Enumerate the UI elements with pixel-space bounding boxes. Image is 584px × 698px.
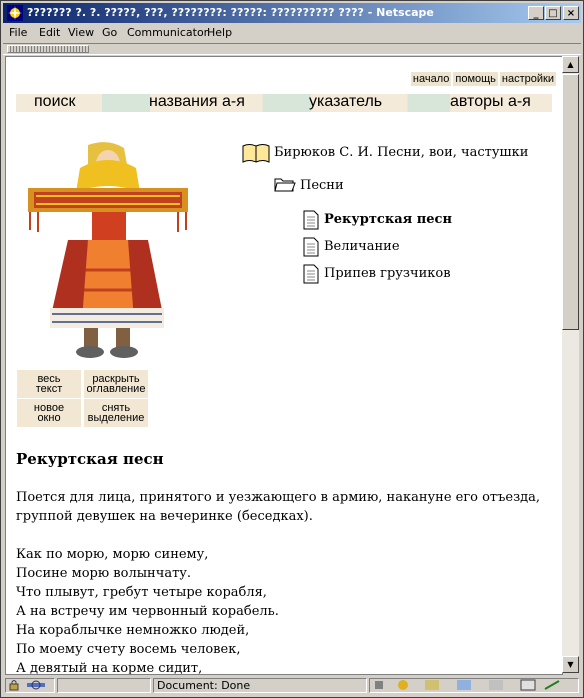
book-icon (242, 144, 270, 163)
expand-toc-button[interactable]: раскрыть оглавление (84, 370, 148, 398)
tree-folder-link[interactable]: Песни (300, 178, 344, 193)
article-title: Рекуртская песн (16, 450, 164, 468)
navigator-icon (398, 680, 408, 690)
link-settings[interactable]: настройки (499, 72, 556, 86)
clear-selection-button[interactable]: снять выделение (84, 399, 148, 427)
tree-item[interactable]: Припев грузчиков (324, 266, 451, 281)
verse-line: Как по морю, морю синему, (16, 547, 209, 562)
nav-index[interactable]: указатель (309, 93, 382, 111)
nav-titles[interactable]: названия а-я (149, 93, 245, 111)
address-book-icon (489, 680, 503, 690)
scroll-down-button[interactable]: ▼ (562, 656, 579, 673)
nav-authors[interactable]: авторы а-я (450, 93, 531, 111)
netscape-icon (7, 5, 23, 21)
tree-item[interactable]: Величание (324, 239, 400, 254)
close-button[interactable]: × (563, 6, 579, 20)
toolbar-grip[interactable] (7, 45, 89, 53)
verse-line: По моему счету восемь человек, (16, 642, 241, 657)
menu-communicator[interactable]: Communicator (127, 26, 208, 39)
component-icons (375, 679, 560, 691)
full-text-button[interactable]: весь текст (17, 370, 81, 398)
window-title: ??????? ?. ?. ?????, ???, ????????: ????… (27, 6, 434, 19)
lock-icon (9, 680, 45, 691)
maximize-button[interactable]: □ (545, 6, 561, 20)
link-home[interactable]: начало (410, 72, 452, 86)
security-indicator[interactable] (5, 678, 55, 693)
verse-line: На кораблычке немножко людей, (16, 623, 250, 638)
menu-view[interactable]: View (68, 26, 94, 39)
tree-item-current[interactable]: Рекуртская песн (324, 212, 452, 227)
menu-bar: File Edit View Go Communicator Help (3, 24, 581, 42)
menu-help[interactable]: Help (207, 26, 232, 39)
verse-line: Посине морю волынчату. (16, 566, 192, 581)
progress-field (57, 678, 151, 693)
main-nav: поиск названия а-я указатель авторы а-я (16, 93, 552, 112)
article-body: Поется для лица, принятого и уезжающего … (16, 488, 552, 675)
discussions-icon (457, 680, 471, 690)
document-icon (303, 237, 319, 257)
top-links: начало помощь настройки (409, 72, 556, 86)
minimize-button[interactable]: _ (528, 6, 544, 20)
grip-icon (375, 681, 383, 689)
vertical-scrollbar[interactable]: ▲ ▼ (562, 56, 579, 673)
verse-line: Что плывут, гребут четыре корабля, (16, 585, 267, 600)
edit-icon (544, 680, 560, 690)
folk-girl-illustration (28, 142, 188, 358)
new-window-button[interactable]: новое окно (17, 399, 81, 427)
page-content: начало помощь настройки поиск названия а-я… (5, 56, 563, 675)
link-help[interactable]: помощь (453, 72, 498, 86)
menu-file[interactable]: File (9, 26, 27, 39)
document-icon (303, 210, 319, 230)
browser-window: ??????? ?. ?. ?????, ???, ????????: ????… (0, 0, 584, 698)
document-icon (303, 264, 319, 284)
title-bar[interactable]: ??????? ?. ?. ?????, ???, ????????: ????… (3, 3, 581, 23)
collapsed-toolbar (3, 43, 581, 55)
component-bar (369, 678, 579, 693)
menu-edit[interactable]: Edit (39, 26, 60, 39)
menu-go[interactable]: Go (102, 26, 117, 39)
verse-line: А на встречу им червонный корабель. (16, 604, 279, 619)
folder-open-icon (274, 178, 296, 192)
verse-line: А девятый на корме сидит, (16, 661, 203, 675)
status-bar: Document: Done (3, 677, 581, 695)
scroll-thumb[interactable] (562, 74, 579, 330)
mail-icon (425, 680, 439, 690)
tree-book-link[interactable]: Бирюков С. И. Песни, вои, частушки (274, 145, 528, 160)
scroll-up-button[interactable]: ▲ (562, 56, 579, 73)
nav-search[interactable]: поиск (34, 93, 76, 111)
article-intro: Поется для лица, принятого и уезжающего … (16, 490, 541, 524)
status-text: Document: Done (153, 678, 367, 693)
composer-icon (520, 679, 536, 691)
